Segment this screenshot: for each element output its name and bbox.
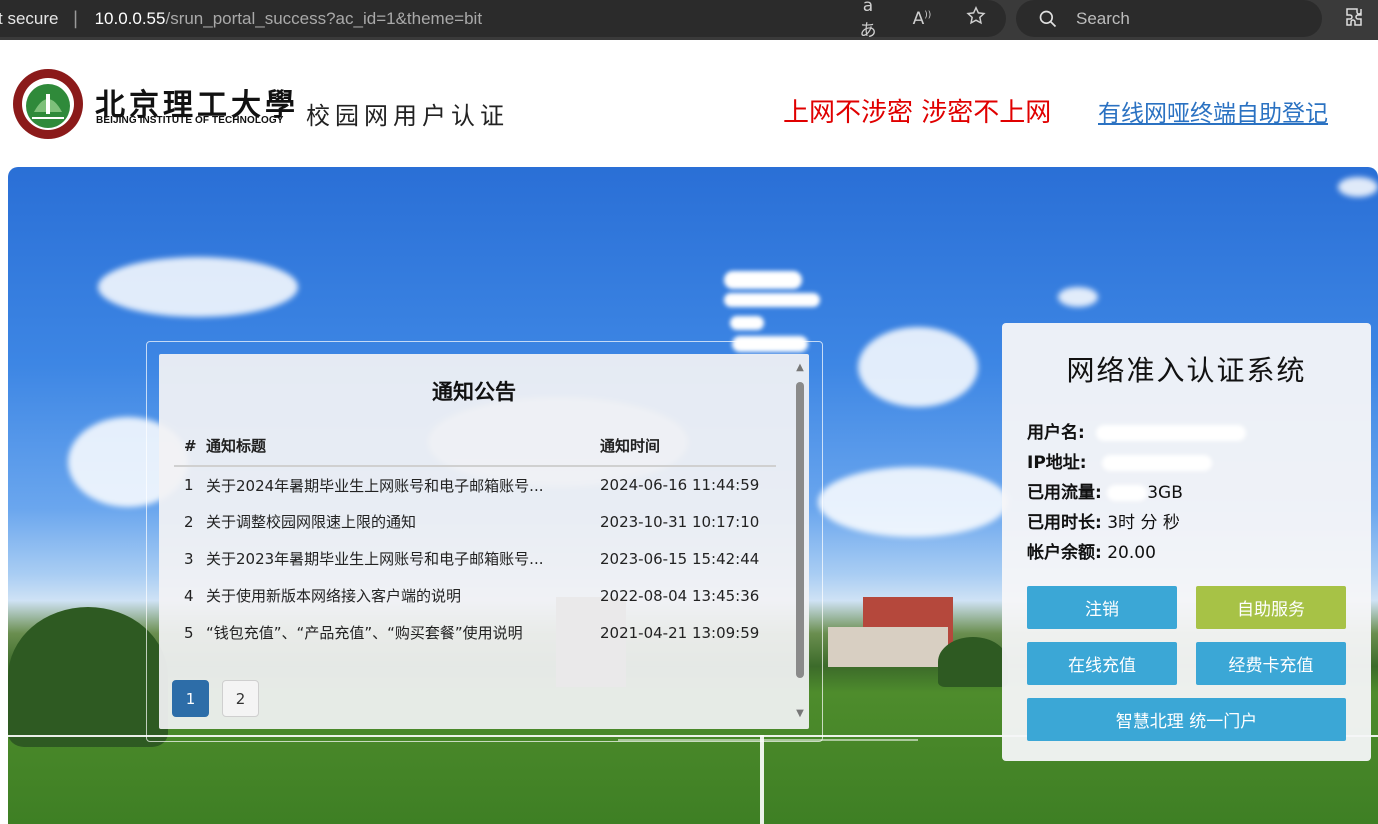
read-aloud-icon[interactable]: aあ bbox=[856, 0, 880, 41]
notice-scrollbar[interactable]: ▲ ▼ bbox=[794, 360, 806, 722]
ip-label: IP地址: bbox=[1027, 453, 1087, 473]
page-button-1[interactable]: 1 bbox=[172, 680, 209, 717]
col-header-time: 通知时间 bbox=[600, 426, 776, 467]
notice-index: 4 bbox=[184, 586, 194, 605]
terminal-register-link[interactable]: 有线网哑终端自助登记 bbox=[1098, 94, 1328, 128]
redaction-mask bbox=[730, 316, 764, 330]
notice-time: 2022-08-04 13:45:36 bbox=[600, 586, 760, 605]
notice-header-row: # 通知标题 通知时间 bbox=[174, 426, 776, 467]
scroll-thumb[interactable] bbox=[796, 382, 804, 678]
redaction-mask bbox=[724, 271, 802, 289]
notice-time: 2023-06-15 15:42:44 bbox=[600, 549, 760, 568]
balance-label: 帐户余额: bbox=[1027, 543, 1102, 563]
duration-value: 3时 分 秒 bbox=[1107, 513, 1180, 533]
account-panel-title: 网络准入认证系统 bbox=[1066, 354, 1307, 387]
notice-link[interactable]: 关于调整校园网限速上限的通知 bbox=[206, 511, 568, 532]
notice-link[interactable]: 关于2023年暑期毕业生上网账号和电子邮箱账号... bbox=[206, 548, 568, 569]
logout-button[interactable]: 注销 bbox=[1027, 586, 1177, 629]
portal-subtitle: 校园网用户认证 bbox=[306, 102, 509, 130]
scroll-down-arrow-icon[interactable]: ▼ bbox=[794, 708, 806, 720]
redaction-mask bbox=[724, 293, 820, 307]
account-panel: 网络准入认证系统 用户名: IP地址: 已用流量: 3GB 已用时长: 3时 分… bbox=[1002, 323, 1371, 761]
notice-title: 通知公告 bbox=[432, 380, 516, 404]
address-bar-actions: aあ A)) bbox=[856, 0, 988, 41]
notice-time: 2024-06-16 11:44:59 bbox=[600, 476, 760, 494]
notice-time: 2021-04-21 13:09:59 bbox=[600, 623, 760, 642]
notice-index: 1 bbox=[184, 476, 194, 494]
ip-row: IP地址: bbox=[1027, 448, 1212, 473]
security-indicator[interactable]: t secure bbox=[0, 9, 58, 29]
ip-redacted bbox=[1102, 455, 1212, 471]
notice-index: 3 bbox=[184, 549, 194, 568]
notice-link[interactable]: 关于2024年暑期毕业生上网账号和电子邮箱账号... bbox=[206, 475, 568, 496]
col-header-title: 通知标题 bbox=[206, 426, 600, 467]
url-host: 10.0.0.55 bbox=[94, 8, 166, 28]
extensions-icon[interactable] bbox=[1344, 6, 1368, 30]
notice-index: 5 bbox=[184, 623, 194, 642]
site-header: 北京理工大學 BEIJING INSTITUTE OF TECHNOLOGY 校… bbox=[0, 40, 1378, 166]
notice-row[interactable]: 2 关于调整校园网限速上限的通知 2023-10-31 10:17:10 bbox=[174, 503, 776, 540]
address-separator: | bbox=[72, 8, 79, 29]
unified-portal-button[interactable]: 智慧北理 统一门户 bbox=[1027, 698, 1346, 741]
notice-index: 2 bbox=[184, 512, 194, 531]
security-slogan: 上网不涉密 涉密不上网 bbox=[783, 98, 1052, 128]
notice-time: 2023-10-31 10:17:10 bbox=[600, 512, 760, 531]
url-path: /srun_portal_success?ac_id=1&theme=bit bbox=[165, 8, 483, 28]
username-redacted bbox=[1096, 425, 1247, 441]
self-service-button[interactable]: 自助服务 bbox=[1196, 586, 1346, 629]
search-box[interactable]: Search bbox=[1016, 0, 1322, 37]
browser-toolbar: t secure | 10.0.0.55/srun_portal_success… bbox=[0, 0, 1378, 41]
address-bar[interactable]: t secure | 10.0.0.55/srun_portal_success… bbox=[0, 0, 1006, 41]
notice-row[interactable]: 1 关于2024年暑期毕业生上网账号和电子邮箱账号... 2024-06-16 … bbox=[174, 466, 776, 503]
notice-link[interactable]: “钱包充值”、“产品充值”、“购买套餐”使用说明 bbox=[206, 622, 568, 643]
university-emblem-icon bbox=[13, 69, 83, 139]
notice-panel: 通知公告 # 通知标题 通知时间 1 关于2024年暑期毕业生上网账号和电子邮箱… bbox=[159, 354, 809, 729]
username-row: 用户名: bbox=[1027, 418, 1247, 443]
traffic-label: 已用流量: bbox=[1027, 483, 1102, 503]
notice-link[interactable]: 关于使用新版本网络接入客户端的说明 bbox=[206, 585, 568, 606]
notice-table: # 通知标题 通知时间 1 关于2024年暑期毕业生上网账号和电子邮箱账号...… bbox=[174, 426, 776, 651]
search-placeholder: Search bbox=[1076, 8, 1130, 28]
scroll-up-arrow-icon[interactable]: ▲ bbox=[794, 362, 806, 374]
url-text[interactable]: 10.0.0.55/srun_portal_success?ac_id=1&th… bbox=[95, 9, 483, 29]
online-recharge-button[interactable]: 在线充值 bbox=[1027, 642, 1177, 685]
balance-value: 20.00 bbox=[1107, 543, 1156, 563]
duration-label: 已用时长: bbox=[1027, 513, 1102, 533]
university-name-en: BEIJING INSTITUTE OF TECHNOLOGY bbox=[96, 115, 284, 126]
col-header-index: # bbox=[174, 426, 206, 467]
search-icon bbox=[1039, 10, 1057, 27]
traffic-redacted bbox=[1107, 485, 1148, 501]
text-size-icon[interactable]: A)) bbox=[910, 9, 934, 29]
card-recharge-button[interactable]: 经费卡充值 bbox=[1196, 642, 1346, 685]
balance-row: 帐户余额: 20.00 bbox=[1027, 538, 1156, 563]
username-label: 用户名: bbox=[1027, 423, 1085, 443]
duration-row: 已用时长: 3时 分 秒 bbox=[1027, 508, 1180, 533]
page-button-2[interactable]: 2 bbox=[222, 680, 259, 717]
notice-row[interactable]: 4 关于使用新版本网络接入客户端的说明 2022-08-04 13:45:36 bbox=[174, 577, 776, 614]
notice-row[interactable]: 3 关于2023年暑期毕业生上网账号和电子邮箱账号... 2023-06-15 … bbox=[174, 540, 776, 577]
notice-row[interactable]: 5 “钱包充值”、“产品充值”、“购买套餐”使用说明 2021-04-21 13… bbox=[174, 614, 776, 651]
traffic-value: 3GB bbox=[1147, 483, 1183, 503]
traffic-row: 已用流量: 3GB bbox=[1027, 478, 1183, 503]
notice-pagination: 1 2 bbox=[172, 680, 259, 717]
favorite-star-icon[interactable] bbox=[964, 5, 988, 32]
